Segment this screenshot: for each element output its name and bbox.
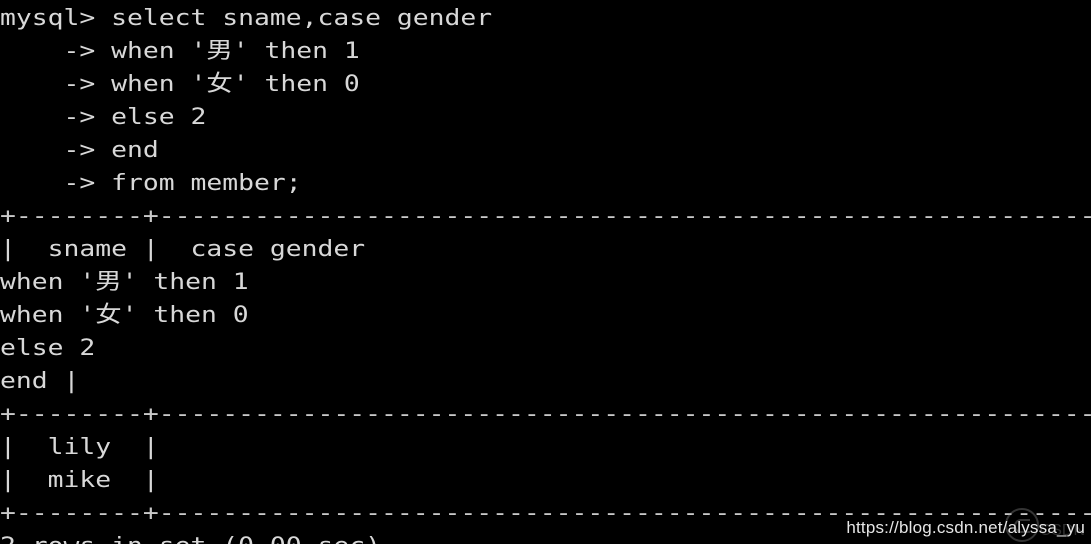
table-separator-top: +--------+------------------------------…: [0, 203, 1091, 229]
terminal-window[interactable]: mysql> select sname,case gender -> when …: [0, 0, 1091, 544]
terminal-line-when-female: -> when '女' then 0: [0, 71, 360, 97]
table-separator-bottom: +--------+------------------------------…: [0, 500, 1091, 526]
terminal-line-from: -> from member;: [0, 170, 302, 196]
table-header-line-1: | sname | case gender: [0, 236, 366, 262]
table-header-line-2: when '男' then 1: [0, 269, 249, 295]
table-row: | lily | 0 |: [0, 434, 1091, 460]
result-status-line: 2 rows in set (0.00 sec): [0, 530, 381, 544]
terminal-line-end: -> end: [0, 137, 159, 163]
terminal-line-when-male: -> when '男' then 1: [0, 38, 360, 64]
table-row: | mike | 1 |: [0, 467, 1091, 493]
table-header-line-5: end |: [0, 368, 80, 394]
table-separator-middle: +--------+------------------------------…: [0, 401, 1091, 427]
table-header-line-4: else 2: [0, 335, 96, 361]
table-header-line-3: when '女' then 0: [0, 302, 249, 328]
terminal-line-command-select: mysql> select sname,case gender: [0, 5, 493, 31]
terminal-line-else: -> else 2: [0, 104, 207, 130]
watermark-url: https://blog.csdn.net/alyssa_yu: [846, 518, 1085, 537]
